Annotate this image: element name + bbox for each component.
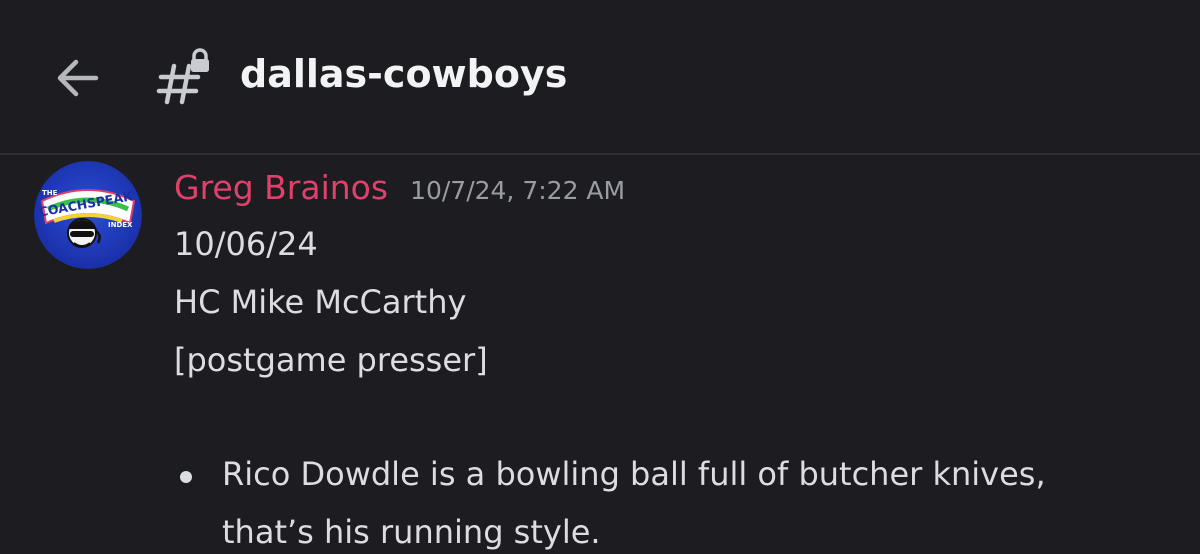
bullet-line: Rico Dowdle is a bowling ball full of bu… [222,455,1046,493]
avatar-top-text: THE [42,189,58,197]
message-header: Greg Brainos 10/7/24, 7:22 AM [174,163,625,213]
bullet-icon [180,471,192,483]
message-line: HC Mike McCarthy [174,283,467,321]
message-timestamp: 10/7/24, 7:22 AM [410,176,626,205]
avatar[interactable]: THE COACHSPEAK INDEX [34,161,142,269]
arrow-left-icon [57,59,99,97]
message-item: THE COACHSPEAK INDEX Greg Brainos 10/7/2… [0,155,1200,554]
bullet-line: that’s his running style. [222,513,601,551]
channel-header: dallas-cowboys [0,0,1200,152]
avatar-sub-text: INDEX [108,221,133,229]
message-line: 10/06/24 [174,225,318,263]
locked-hashtag-icon [156,48,209,105]
channel-name: dallas-cowboys [240,52,568,96]
message-line: [postgame presser] [174,341,488,379]
author-name[interactable]: Greg Brainos [174,163,388,213]
discord-app: dallas-cowboys THE COACHSPEAK INDEX Greg… [0,0,1200,554]
back-button[interactable] [48,48,108,108]
bullet-item: Rico Dowdle is a bowling ball full of bu… [222,445,1182,554]
coachspeak-logo-icon: THE COACHSPEAK INDEX [34,161,142,269]
